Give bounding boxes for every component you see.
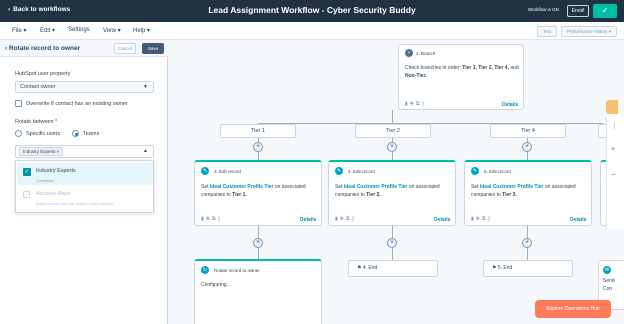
zoom-in-icon[interactable]: + <box>611 146 615 153</box>
dropdown-option-account-reps: Account Reps Empty teams can't be used f… <box>17 187 153 211</box>
branch-label-tier-4[interactable]: Tier 4 <box>490 124 566 138</box>
branch-title: 2. Branch <box>416 51 436 56</box>
test-button[interactable]: Test <box>537 26 557 37</box>
rotate-record-card[interactable]: ↻ Rotate record to owner Configuring... <box>194 259 322 324</box>
edit-record-icon: ✎ <box>201 167 209 175</box>
performance-history-button[interactable]: Performance history ▾ <box>561 26 617 37</box>
edit-record-card-5[interactable]: ✎ 5. Edit record Set Ideal Customer Prof… <box>464 160 592 226</box>
flag-icon: ⚑ <box>357 265 362 271</box>
checkbox-disabled-icon <box>23 191 30 198</box>
grid-icon[interactable]: ⋮ <box>611 122 618 130</box>
caret-up-icon: ▲ <box>143 148 148 154</box>
check-icon: ✓ <box>601 6 609 15</box>
cancel-button[interactable]: Cancel <box>114 43 136 54</box>
configuring-text: Configuring... <box>201 282 231 288</box>
email-icon: ✉ <box>603 266 611 274</box>
property-select[interactable]: Contact owner ▼ <box>15 81 154 93</box>
explore-operations-hub-button[interactable]: Explore Operations Hub <box>535 300 611 318</box>
overwrite-label: Overwrite if contact has an existing own… <box>26 101 128 107</box>
menu-edit[interactable]: Edit ▾ <box>40 27 55 34</box>
save-button[interactable]: Save <box>142 43 164 54</box>
overwrite-checkbox[interactable] <box>15 100 22 107</box>
branch-label-tier-2[interactable]: Tier 2 <box>355 124 431 138</box>
edit-record-icon: ✎ <box>335 167 343 175</box>
bookmark-icon[interactable] <box>606 100 618 114</box>
branch-icon: ⑂ <box>405 49 413 57</box>
card-tools[interactable]: ▮✥⧉▯ <box>201 216 222 222</box>
workflow-canvas[interactable]: ⑂ 2. Branch Check branches in order: Tie… <box>168 40 624 324</box>
edit-record-card-3[interactable]: ✎ 3. Edit record Set Ideal Customer Prof… <box>194 160 322 226</box>
edit-record-icon: ✎ <box>471 167 479 175</box>
menu-bar: File ▾ Edit ▾ Settings View ▾ Help ▾ Tes… <box>0 22 624 40</box>
team-chip[interactable]: Industry Experts × <box>19 147 64 156</box>
details-link[interactable]: Details <box>434 217 450 223</box>
end-node-4[interactable]: ⚑ 4. End <box>348 260 438 277</box>
action-config-panel: ‹ Rotate record to owner Cancel Save Hub… <box>0 40 168 324</box>
panel-title: ‹ Rotate record to owner <box>5 45 81 52</box>
close-icon[interactable]: × <box>57 149 60 154</box>
enroll-button[interactable]: Enroll <box>567 5 589 17</box>
card-tools[interactable]: ▮✥⧉▯ <box>335 216 356 222</box>
menu-file[interactable]: File ▾ <box>12 27 26 34</box>
panel-header: ‹ Rotate record to owner Cancel Save <box>0 40 168 57</box>
details-link[interactable]: Details <box>300 217 316 223</box>
property-label: HubSpot user property <box>15 71 71 77</box>
rotate-label: Rotate between * <box>15 119 58 125</box>
delete-action-button[interactable]: × <box>253 238 263 248</box>
checkbox-checked-icon: ✓ <box>23 168 31 176</box>
specific-users-radio[interactable] <box>15 130 22 137</box>
rotate-owner-icon: ↻ <box>201 266 209 274</box>
workflow-toggle[interactable]: ✓ <box>593 4 617 18</box>
edit-record-card-4[interactable]: ✎ 4. Edit record Set Ideal Customer Prof… <box>328 160 456 226</box>
details-link[interactable]: Details <box>502 102 518 108</box>
dropdown-option-industry-experts[interactable]: ✓ Industry Experts 1 member <box>17 163 153 185</box>
menu-settings[interactable]: Settings <box>68 27 90 33</box>
workflow-status: Workflow is ON <box>528 7 559 12</box>
specific-users-label: Specific users <box>26 131 61 137</box>
zoom-out-icon[interactable]: − <box>611 172 615 179</box>
branch-description: Check branches in order: Tier 1, Tier 2,… <box>405 65 519 79</box>
details-link[interactable]: Details <box>570 217 586 223</box>
branch-label-tier-1[interactable]: Tier 1 <box>220 124 296 138</box>
end-node-5[interactable]: ⚑ 5. End <box>483 260 573 277</box>
card-tools[interactable]: ▮✥⧉▯ <box>471 216 492 222</box>
menu-view[interactable]: View ▾ <box>103 27 121 34</box>
menu-help[interactable]: Help ▾ <box>133 27 150 34</box>
card-tools[interactable]: ▮✥⧉▯ <box>405 101 426 107</box>
add-action-button[interactable]: + <box>387 238 397 248</box>
caret-down-icon: ▼ <box>143 84 148 90</box>
top-bar: ‹ Back to workflows Lead Assignment Work… <box>0 0 624 22</box>
branch-card[interactable]: ⑂ 2. Branch Check branches in order: Tie… <box>398 44 524 110</box>
teams-label: Teams <box>83 131 100 137</box>
teams-dropdown: ✓ Industry Experts 1 member Account Reps… <box>15 160 154 213</box>
flag-icon: ⚑ <box>492 265 497 271</box>
teams-radio[interactable] <box>72 130 79 137</box>
add-action-button[interactable]: + <box>387 142 397 152</box>
add-action-button[interactable]: + <box>253 142 263 152</box>
add-action-button[interactable]: + <box>522 142 532 152</box>
right-sidebar: ⋮ + − <box>606 114 624 229</box>
add-action-button[interactable]: + <box>522 238 532 248</box>
